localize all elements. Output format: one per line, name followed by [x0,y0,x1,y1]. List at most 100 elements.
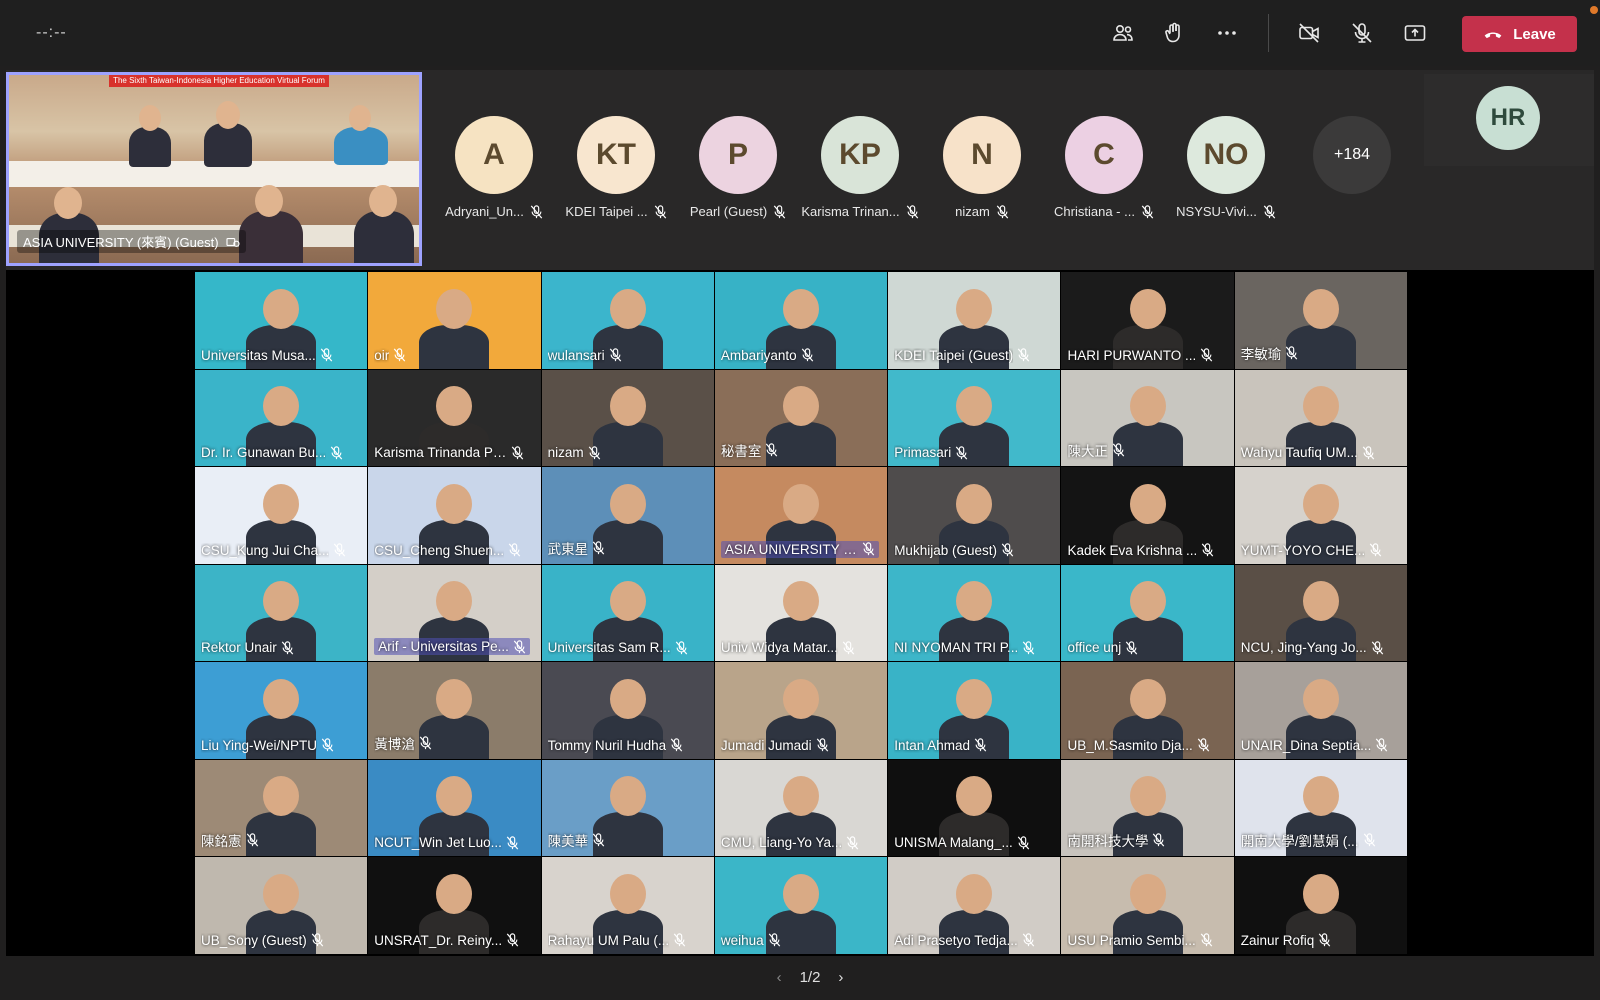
video-tile[interactable]: Primasari [888,369,1062,467]
mic-off-icon [513,639,526,654]
mic-off-icon [1286,345,1298,360]
share-icon[interactable] [1398,16,1432,50]
video-tile[interactable]: ASIA UNIVERSITY (... [714,467,889,565]
video-tile[interactable]: UNAIR_Dina Septia... [1234,662,1409,760]
video-tile[interactable]: Tommy Nuril Hudha [541,662,715,760]
video-tile[interactable]: USU Pramio Sembi... [1061,857,1235,955]
video-tile[interactable]: weihua [714,857,889,955]
video-tile[interactable]: nizam [541,369,715,467]
leave-label: Leave [1513,25,1556,43]
featured-video[interactable]: The Sixth Taiwan-Indonesia Higher Educat… [6,72,422,266]
tile-name-label: Mukhijab (Guest) [894,543,1014,558]
video-tile[interactable]: Ambariyanto [714,272,889,370]
video-tile[interactable]: Rahayu UM Palu (... [541,857,715,955]
video-tile[interactable]: Mukhijab (Guest) [888,467,1062,565]
video-tile[interactable]: YUMT-YOYO CHE... [1234,467,1409,565]
reactions-icon[interactable] [1158,16,1192,50]
chevron-left-icon[interactable]: ‹ [777,969,782,986]
mic-off-icon [1200,933,1212,947]
participant-avatar[interactable]: KT KDEI Taipei ... [556,116,676,219]
participant-avatar[interactable]: Nnizam [922,116,1042,219]
participant-head [956,776,993,816]
more-icon[interactable] [1210,16,1244,50]
participant-figure [204,123,252,167]
mic-off-icon [816,738,828,752]
tile-name-label: YUMT-YOYO CHE... [1241,543,1383,558]
participant-head [609,288,646,329]
video-tile[interactable]: Adi Prasetyo Tedja... [888,857,1062,955]
tile-name-label: Tommy Nuril Hudha [548,738,684,753]
participant-avatar[interactable]: KP Karisma Trinan... [800,116,920,219]
video-tile[interactable]: Arif - Universitas Pe... [368,564,542,662]
mic-off-icon [675,640,687,655]
video-tile[interactable]: 陳銘憲 [195,759,369,857]
mic-off-icon [974,738,987,752]
participant-head [263,288,300,329]
tile-name-label: CSU_Kung Jui Cha... [201,543,346,558]
leave-button[interactable]: Leave [1462,16,1577,52]
video-tile[interactable]: UNISMA Malang_... [888,759,1062,857]
video-tile[interactable]: 秘書室 [714,369,889,467]
camera-off-icon[interactable] [1292,16,1326,50]
avatar-name: Adryani_Un... [445,204,524,219]
participant-head [783,386,820,426]
mic-off-icon [281,640,293,655]
video-tile[interactable]: CMU, Liang-Yo Ya... [714,759,889,857]
video-tile[interactable]: Zainur Rofiq [1234,857,1409,955]
video-tile[interactable]: Rektor Unair [195,564,369,662]
participant-name: 陳美華 [547,834,589,849]
participant-name: USU Pramio Sembi... [1067,932,1196,948]
participant-avatar[interactable]: A Adryani_Un... [434,116,554,219]
video-tile[interactable]: 黃博滄 [368,662,542,760]
video-tile[interactable]: Karisma Trinanda Pu... [368,369,542,467]
more-participants-button[interactable]: +184 [1313,116,1391,194]
video-tile[interactable]: office unj [1061,564,1235,662]
video-tile[interactable]: UNSRAT_Dr. Reiny... [368,857,542,955]
mic-off-icon [1202,543,1214,557]
participant-avatar[interactable]: C Christiana - ... [1044,116,1164,219]
tile-name-label: UB_Sony (Guest) [201,933,324,948]
video-tile[interactable]: 李敏瑜 [1234,272,1409,370]
video-tile[interactable]: 陳美華 [541,759,715,857]
video-tile[interactable]: NCUT_Win Jet Luo... [368,759,542,857]
participant-name: CSU_Kung Jui Cha... [201,542,330,558]
video-tile[interactable]: UB_Sony (Guest) [195,857,369,955]
video-tile[interactable]: Universitas Musa... [195,272,369,370]
tile-name-label: wulansari [548,348,622,363]
video-grid: Universitas Musa... oir wulansari Ambariyan… [195,272,1409,955]
participant-name: YUMT-YOYO CHE... [1240,542,1366,558]
video-tile[interactable]: 武東星 [541,467,715,565]
video-tile[interactable]: wulansari [541,272,715,370]
video-tile[interactable]: Wahyu Taufiq UM... [1234,369,1409,467]
video-tile[interactable]: CSU_Cheng Shuen... [368,467,542,565]
tile-name-label: NI NYOMAN TRI P... [894,640,1035,655]
participant-head [1129,678,1166,719]
video-tile[interactable]: 開南大學/劉慧娟 (... [1234,759,1409,857]
self-preview[interactable]: HR [1424,74,1594,166]
chevron-right-icon[interactable]: › [838,969,843,986]
video-tile[interactable]: NI NYOMAN TRI P... [888,564,1062,662]
video-tile[interactable]: Intan Ahmad [888,662,1062,760]
participant-avatar[interactable]: P Pearl (Guest) [678,116,798,219]
mic-off-icon[interactable] [1345,16,1379,50]
video-tile[interactable]: UB_M.Sasmito Dja... [1061,662,1235,760]
participant-head [609,873,646,914]
video-tile[interactable]: Jumadi Jumadi [714,662,889,760]
participant-avatar[interactable]: NO NSYSU-Vivi... [1166,116,1286,219]
video-tile[interactable]: 陳大正 [1061,369,1235,467]
video-tile[interactable]: HARI PURWANTO ... [1061,272,1235,370]
video-tile[interactable]: Dr. Ir. Gunawan Bu... [195,369,369,467]
video-tile[interactable]: 南開科技大學 [1061,759,1235,857]
video-tile[interactable]: KDEI Taipei (Guest) [888,272,1062,370]
video-tile[interactable]: CSU_Kung Jui Cha... [195,467,369,565]
video-tile[interactable]: NCU, Jing-Yang Jo... [1234,564,1409,662]
avatar-name-row: Pearl (Guest) [678,204,798,219]
mic-off-icon [1319,933,1331,947]
people-icon[interactable] [1106,16,1140,50]
video-tile[interactable]: oir [368,272,542,370]
tile-name-label: USU Pramio Sembi... [1067,933,1212,948]
video-tile[interactable]: Univ Widya Matar... [714,564,889,662]
video-tile[interactable]: Kadek Eva Krishna ... [1061,467,1235,565]
video-tile[interactable]: Universitas Sam R... [541,564,715,662]
video-tile[interactable]: Liu Ying-Wei/NPTU [195,662,369,760]
